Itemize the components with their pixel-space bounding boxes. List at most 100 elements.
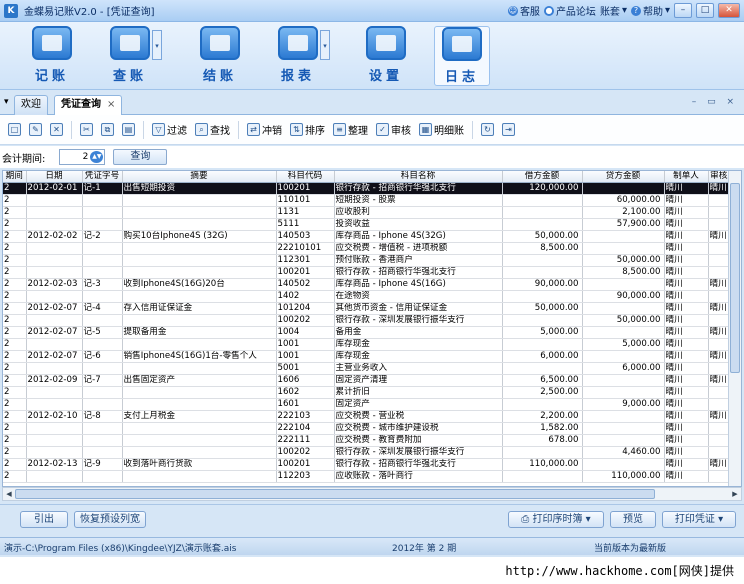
table-cell	[82, 338, 123, 352]
table-cell: 晴川	[664, 266, 709, 280]
spin-arrows-icon[interactable]: ▲▼	[90, 151, 104, 163]
table-row[interactable]: 2 2012-02-07 记-4 存入信用证保证金 101204 其他货币资金 - 信用证…	[3, 302, 739, 316]
preview-button[interactable]: 预览	[610, 511, 656, 528]
table-cell: 银行存款 - 招商银行华强北支行	[334, 182, 503, 196]
tab-welcome[interactable]: 欢迎	[14, 95, 48, 115]
table-row[interactable]: 2 1131 应收股利 2,100.00 晴川	[3, 206, 739, 220]
detail-ledger-button[interactable]: ▦ 明细账	[415, 119, 468, 141]
module-close-button[interactable]: 结账	[192, 26, 248, 86]
print-voucher-button[interactable]: 打印凭证 ▾	[662, 511, 736, 528]
table-row[interactable]: 2 112203 应收账款 - 落叶商行 110,000.00 晴川	[3, 470, 739, 484]
maximize-button[interactable]: □	[696, 3, 714, 18]
table-cell: 记-9	[82, 458, 123, 472]
table-row[interactable]: 2 22210101 应交税费 - 增值税 - 进项税额 8,500.00 晴川	[3, 242, 739, 256]
close-button[interactable]: ✕	[718, 3, 740, 18]
table-row[interactable]: 2 100202 银行存款 - 深圳发展银行振华支行 4,460.00 晴川	[3, 446, 739, 460]
print-journal-button[interactable]: ⎙ 打印序时簿 ▾	[508, 511, 604, 528]
module-query-button[interactable]: 查账	[102, 26, 158, 86]
column-header[interactable]: 制单人	[664, 171, 709, 184]
column-header[interactable]: 期间	[3, 171, 27, 184]
forum-link[interactable]: ● 产品论坛	[543, 3, 596, 18]
table-cell: 2	[3, 362, 27, 376]
column-header[interactable]: 贷方金额	[582, 171, 665, 184]
module-log-button[interactable]: 日志	[434, 26, 490, 86]
table-cell	[122, 194, 277, 208]
sort-button[interactable]: ⇅ 排序	[286, 119, 329, 141]
copy-button[interactable]: ⧉	[97, 119, 118, 141]
account-menu[interactable]: 账套 ▾	[600, 3, 627, 18]
table-row[interactable]: 2 2012-02-01 记-1 出售短期投资 100201 银行存款 - 招商银行华强北…	[3, 182, 739, 196]
restore-column-width-button[interactable]: 恢复预设列宽	[74, 511, 146, 528]
column-header[interactable]: 摘要	[122, 171, 277, 184]
tab-window-controls[interactable]: – ▭ ×	[692, 97, 738, 107]
scroll-left-icon[interactable]: ◀	[3, 488, 15, 500]
table-cell: 晴川	[664, 362, 709, 376]
new-button[interactable]: □	[4, 119, 25, 141]
report-dropdown[interactable]: ▾	[320, 30, 330, 60]
scroll-thumb[interactable]	[730, 183, 740, 373]
service-link[interactable]: ☺ 客服	[507, 3, 540, 18]
table-row[interactable]: 2 2012-02-13 记-9 收到落叶商行货款 100201 银行存款 - 招商银行华…	[3, 458, 739, 472]
table-row[interactable]: 2 100201 银行存款 - 招商银行华强北支行 8,500.00 晴川	[3, 266, 739, 280]
table-row[interactable]: 2 110101 短期投资 - 股票 60,000.00 晴川	[3, 194, 739, 208]
tab-voucher-query[interactable]: 凭证查询 ×	[54, 95, 123, 116]
table-row[interactable]: 2 2012-02-02 记-2 购买10台Iphone4S (32G) 140503 库…	[3, 230, 739, 244]
table-cell	[82, 290, 123, 304]
horizontal-scrollbar[interactable]: ◀ ▶	[2, 487, 742, 501]
close-icon[interactable]: ×	[107, 99, 115, 110]
query-dropdown[interactable]: ▾	[152, 30, 162, 60]
arrange-button[interactable]: ≡ 整理	[329, 119, 372, 141]
reverse-button[interactable]: ⇄ 冲销	[243, 119, 286, 141]
scroll-right-icon[interactable]: ▶	[729, 488, 741, 500]
period-stepper[interactable]: 2 ▲▼	[59, 149, 106, 165]
table-row[interactable]: 2 2012-02-03 记-3 收到Iphone4S(16G)20台 140502 库存…	[3, 278, 739, 292]
module-record-button[interactable]: 记账	[24, 26, 80, 86]
filter-button[interactable]: ▽ 过滤	[148, 119, 191, 141]
query-button[interactable]: 查询	[113, 149, 168, 165]
table-cell	[582, 434, 665, 448]
table-row[interactable]: 2 1602 累计折旧 2,500.00 晴川	[3, 386, 739, 400]
module-report-button[interactable]: 报表	[270, 26, 326, 86]
table-row[interactable]: 2 5001 主营业务收入 6,000.00 晴川	[3, 362, 739, 376]
scroll-thumb[interactable]	[15, 489, 655, 499]
column-header[interactable]: 科目名称	[334, 171, 503, 184]
table-row[interactable]: 2 2012-02-07 记-6 销售Iphone4S(16G)1台-零售个人 1001…	[3, 350, 739, 364]
paste-button[interactable]: ▤	[118, 119, 139, 141]
table-cell	[502, 314, 583, 328]
table-row[interactable]: 2 222104 应交税费 - 城市维护建设税 1,582.00 晴川	[3, 422, 739, 436]
separator	[71, 120, 72, 139]
table-row[interactable]: 2 112301 预付账款 - 香港商户 50,000.00 晴川	[3, 254, 739, 268]
table-row[interactable]: 2 2012-02-07 记-5 提取备用金 1004 备用金 5,000.00 晴川 晴川	[3, 326, 739, 340]
table-row[interactable]: 2 5111 投资收益 57,900.00 晴川	[3, 218, 739, 232]
table-row[interactable]: 2 1601 固定资产 9,000.00 晴川	[3, 398, 739, 412]
table-row[interactable]: 2 100202 银行存款 - 深圳发展银行振华支行 50,000.00 晴川	[3, 314, 739, 328]
table-cell	[26, 242, 83, 256]
sort-label: 排序	[305, 126, 325, 137]
table-row[interactable]: 2 2012-02-09 记-7 出售固定资产 1606 固定资产清理 6,500.00 晴川…	[3, 374, 739, 388]
exit-button[interactable]: ⇥	[498, 119, 519, 141]
cut-button[interactable]: ✂	[76, 119, 97, 141]
module-settings-button[interactable]: 设置	[358, 26, 414, 86]
refresh-button[interactable]: ↻	[477, 119, 498, 141]
column-header[interactable]: 借方金额	[502, 171, 583, 184]
audit-button[interactable]: ✓ 审核	[372, 119, 415, 141]
find-button[interactable]: ⌕ 查找	[191, 119, 234, 141]
help-menu[interactable]: ? 帮助 ▾	[630, 3, 670, 18]
vertical-scrollbar[interactable]	[728, 171, 741, 486]
table-row[interactable]: 2 2012-02-10 记-8 支付上月税金 222103 应交税费 - 营业税 2,20…	[3, 410, 739, 424]
table-row[interactable]: 2 1001 库存现金 5,000.00 晴川	[3, 338, 739, 352]
edit-button[interactable]: ✎	[25, 119, 46, 141]
table-row[interactable]: 2 222111 应交税费 - 教育费附加 678.00 晴川	[3, 434, 739, 448]
export-button[interactable]: 引出	[20, 511, 68, 528]
chevron-down-icon[interactable]: ▾	[4, 97, 9, 107]
table-row[interactable]: 2 1402 在途物资 90,000.00 晴川	[3, 290, 739, 304]
column-header[interactable]: 日期	[26, 171, 83, 184]
table-cell: 100201	[276, 182, 335, 196]
column-header[interactable]: 科目代码	[276, 171, 335, 184]
table-cell	[582, 326, 665, 340]
table-cell: 6,000.00	[582, 362, 665, 376]
column-header[interactable]: 凭证字号	[82, 171, 123, 184]
minimize-button[interactable]: –	[674, 3, 692, 18]
table-cell: 主营业务收入	[334, 362, 503, 376]
delete-button[interactable]: ✕	[46, 119, 67, 141]
